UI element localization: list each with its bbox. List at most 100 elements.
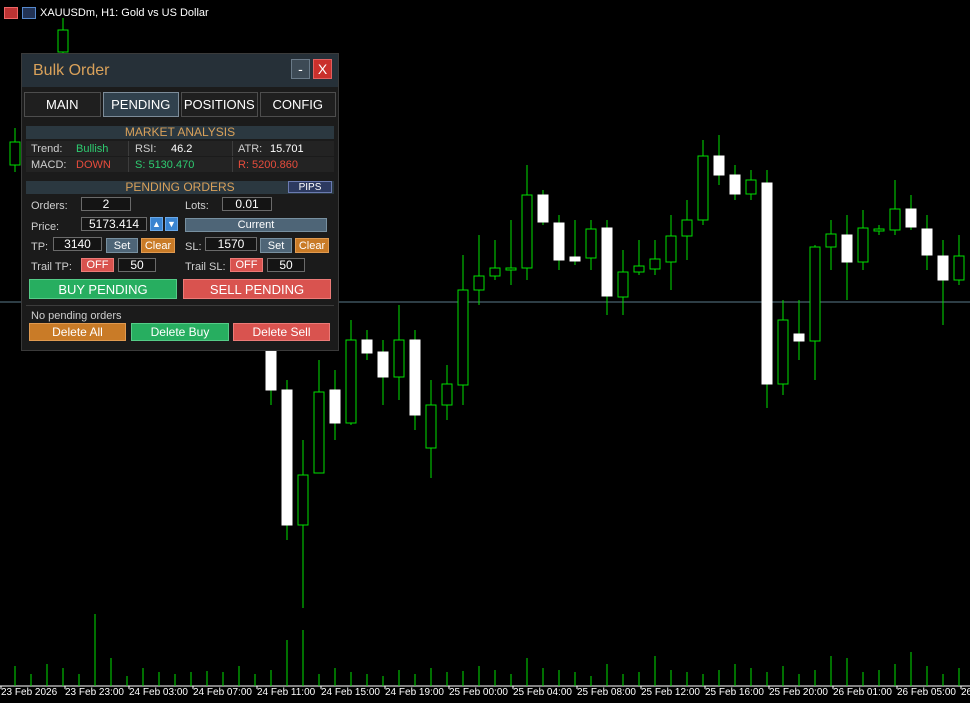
rsi-value: 46.2 xyxy=(171,143,193,155)
candle-body xyxy=(873,228,885,232)
x-axis-label: 23 Feb 2026 xyxy=(1,687,58,698)
divider xyxy=(128,157,129,172)
orders-label: Orders: xyxy=(31,200,68,212)
candle-body xyxy=(905,208,917,228)
atr-value: 15.701 xyxy=(270,143,304,155)
sl-set-button[interactable]: Set xyxy=(260,238,292,253)
candle-body xyxy=(409,339,421,416)
current-price-button[interactable]: Current xyxy=(185,218,327,232)
delete-sell-button[interactable]: Delete Sell xyxy=(233,323,330,341)
candle-body xyxy=(313,391,325,474)
sell-pending-button[interactable]: SELL PENDING xyxy=(183,279,331,299)
trail-sl-label: Trail SL: xyxy=(185,261,226,273)
price-down-button[interactable]: ▼ xyxy=(165,217,178,231)
macd-label: MACD: xyxy=(31,159,67,171)
candle-body xyxy=(953,255,965,281)
chart-title-bar: XAUUSDm, H1: Gold vs US Dollar xyxy=(4,5,209,21)
buy-pending-button[interactable]: BUY PENDING xyxy=(29,279,177,299)
sl-input[interactable]: 1570 xyxy=(205,237,257,251)
candle-body xyxy=(297,474,309,526)
tab-config[interactable]: CONFIG xyxy=(259,92,336,117)
candle-body xyxy=(841,234,853,263)
candle-body xyxy=(681,219,693,237)
candle-body xyxy=(825,233,837,248)
tp-input[interactable]: 3140 xyxy=(53,237,102,251)
pips-button[interactable]: PIPS xyxy=(288,181,332,193)
candle-body xyxy=(345,339,357,424)
candle-body xyxy=(729,174,741,195)
tab-main[interactable]: MAIN xyxy=(24,92,101,117)
candle-body xyxy=(393,339,405,378)
bulk-order-panel: Bulk Order - X MAIN PENDING POSITIONS CO… xyxy=(21,53,339,351)
candle-body xyxy=(281,389,293,526)
chart-title: XAUUSDm, H1: Gold vs US Dollar xyxy=(40,7,209,19)
x-axis-label: 25 Feb 20:00 xyxy=(769,687,828,698)
divider xyxy=(232,157,233,172)
tab-bar: MAIN PENDING POSITIONS CONFIG xyxy=(24,92,336,117)
trading-icon[interactable] xyxy=(4,7,18,19)
divider xyxy=(232,141,233,156)
x-axis-label: 25 Feb 16:00 xyxy=(705,687,764,698)
lots-input[interactable]: 0.01 xyxy=(222,197,272,211)
x-axis-label: 25 Feb 12:00 xyxy=(641,687,700,698)
support-value: S: 5130.470 xyxy=(135,159,195,171)
candle-body xyxy=(537,194,549,223)
tab-pending[interactable]: PENDING xyxy=(102,92,179,117)
pending-status-text: No pending orders xyxy=(31,310,122,322)
tp-set-button[interactable]: Set xyxy=(106,238,138,253)
x-axis-label: 26 Feb 01:00 xyxy=(833,687,892,698)
trend-value: Bullish xyxy=(76,143,109,155)
tp-clear-button[interactable]: Clear xyxy=(141,238,175,253)
divider xyxy=(128,141,129,156)
x-axis-label: 25 Feb 08:00 xyxy=(577,687,636,698)
sl-label: SL: xyxy=(185,241,202,253)
candle-body xyxy=(329,389,341,424)
candle-body xyxy=(425,404,437,449)
x-axis-label: 23 Feb 23:00 xyxy=(65,687,124,698)
sl-clear-button[interactable]: Clear xyxy=(295,238,329,253)
panel-title: Bulk Order xyxy=(33,62,110,79)
candle-body xyxy=(9,141,21,166)
candle-body xyxy=(569,256,581,262)
trail-tp-toggle[interactable]: OFF xyxy=(81,258,114,272)
trail-tp-input[interactable]: 50 xyxy=(118,258,156,272)
price-label: Price: xyxy=(31,221,60,233)
price-up-button[interactable]: ▲ xyxy=(150,217,163,231)
x-axis-label: 24 Feb 19:00 xyxy=(385,687,444,698)
candle-body xyxy=(809,246,821,342)
x-axis-label: 25 Feb 04:00 xyxy=(513,687,572,698)
resistance-value: R: 5200.860 xyxy=(238,159,298,171)
candle-body xyxy=(521,194,533,269)
symbol-icon[interactable] xyxy=(22,7,36,19)
pending-orders-title: PENDING ORDERS xyxy=(125,180,235,194)
candle-body xyxy=(665,235,677,263)
candle-body xyxy=(489,267,501,277)
macd-value: DOWN xyxy=(76,159,111,171)
panel-header[interactable]: Bulk Order - X xyxy=(22,54,338,87)
candle-body xyxy=(473,275,485,291)
close-button[interactable]: X xyxy=(313,59,332,79)
trail-sl-toggle[interactable]: OFF xyxy=(230,258,263,272)
candle-body xyxy=(649,258,661,270)
lots-label: Lots: xyxy=(185,200,209,212)
candle-body xyxy=(633,265,645,273)
orders-input[interactable]: 2 xyxy=(81,197,131,211)
minimize-button[interactable]: - xyxy=(291,59,310,79)
delete-buy-button[interactable]: Delete Buy xyxy=(131,323,229,341)
x-axis-label: 25 Feb 00:00 xyxy=(449,687,508,698)
candle-body xyxy=(777,319,789,385)
candle-body xyxy=(937,255,949,281)
divider xyxy=(26,305,334,306)
delete-all-button[interactable]: Delete All xyxy=(29,323,126,341)
candle-body xyxy=(857,227,869,263)
trail-sl-input[interactable]: 50 xyxy=(267,258,305,272)
atr-label: ATR: xyxy=(238,143,263,155)
tab-positions[interactable]: POSITIONS xyxy=(181,92,258,117)
x-axis-label: 24 Feb 15:00 xyxy=(321,687,380,698)
candle-body xyxy=(601,227,613,297)
price-input[interactable]: 5173.414 xyxy=(81,217,147,231)
candle-body xyxy=(921,228,933,256)
candle-body xyxy=(457,289,469,386)
candle-body xyxy=(889,208,901,231)
candle-body xyxy=(505,267,517,271)
